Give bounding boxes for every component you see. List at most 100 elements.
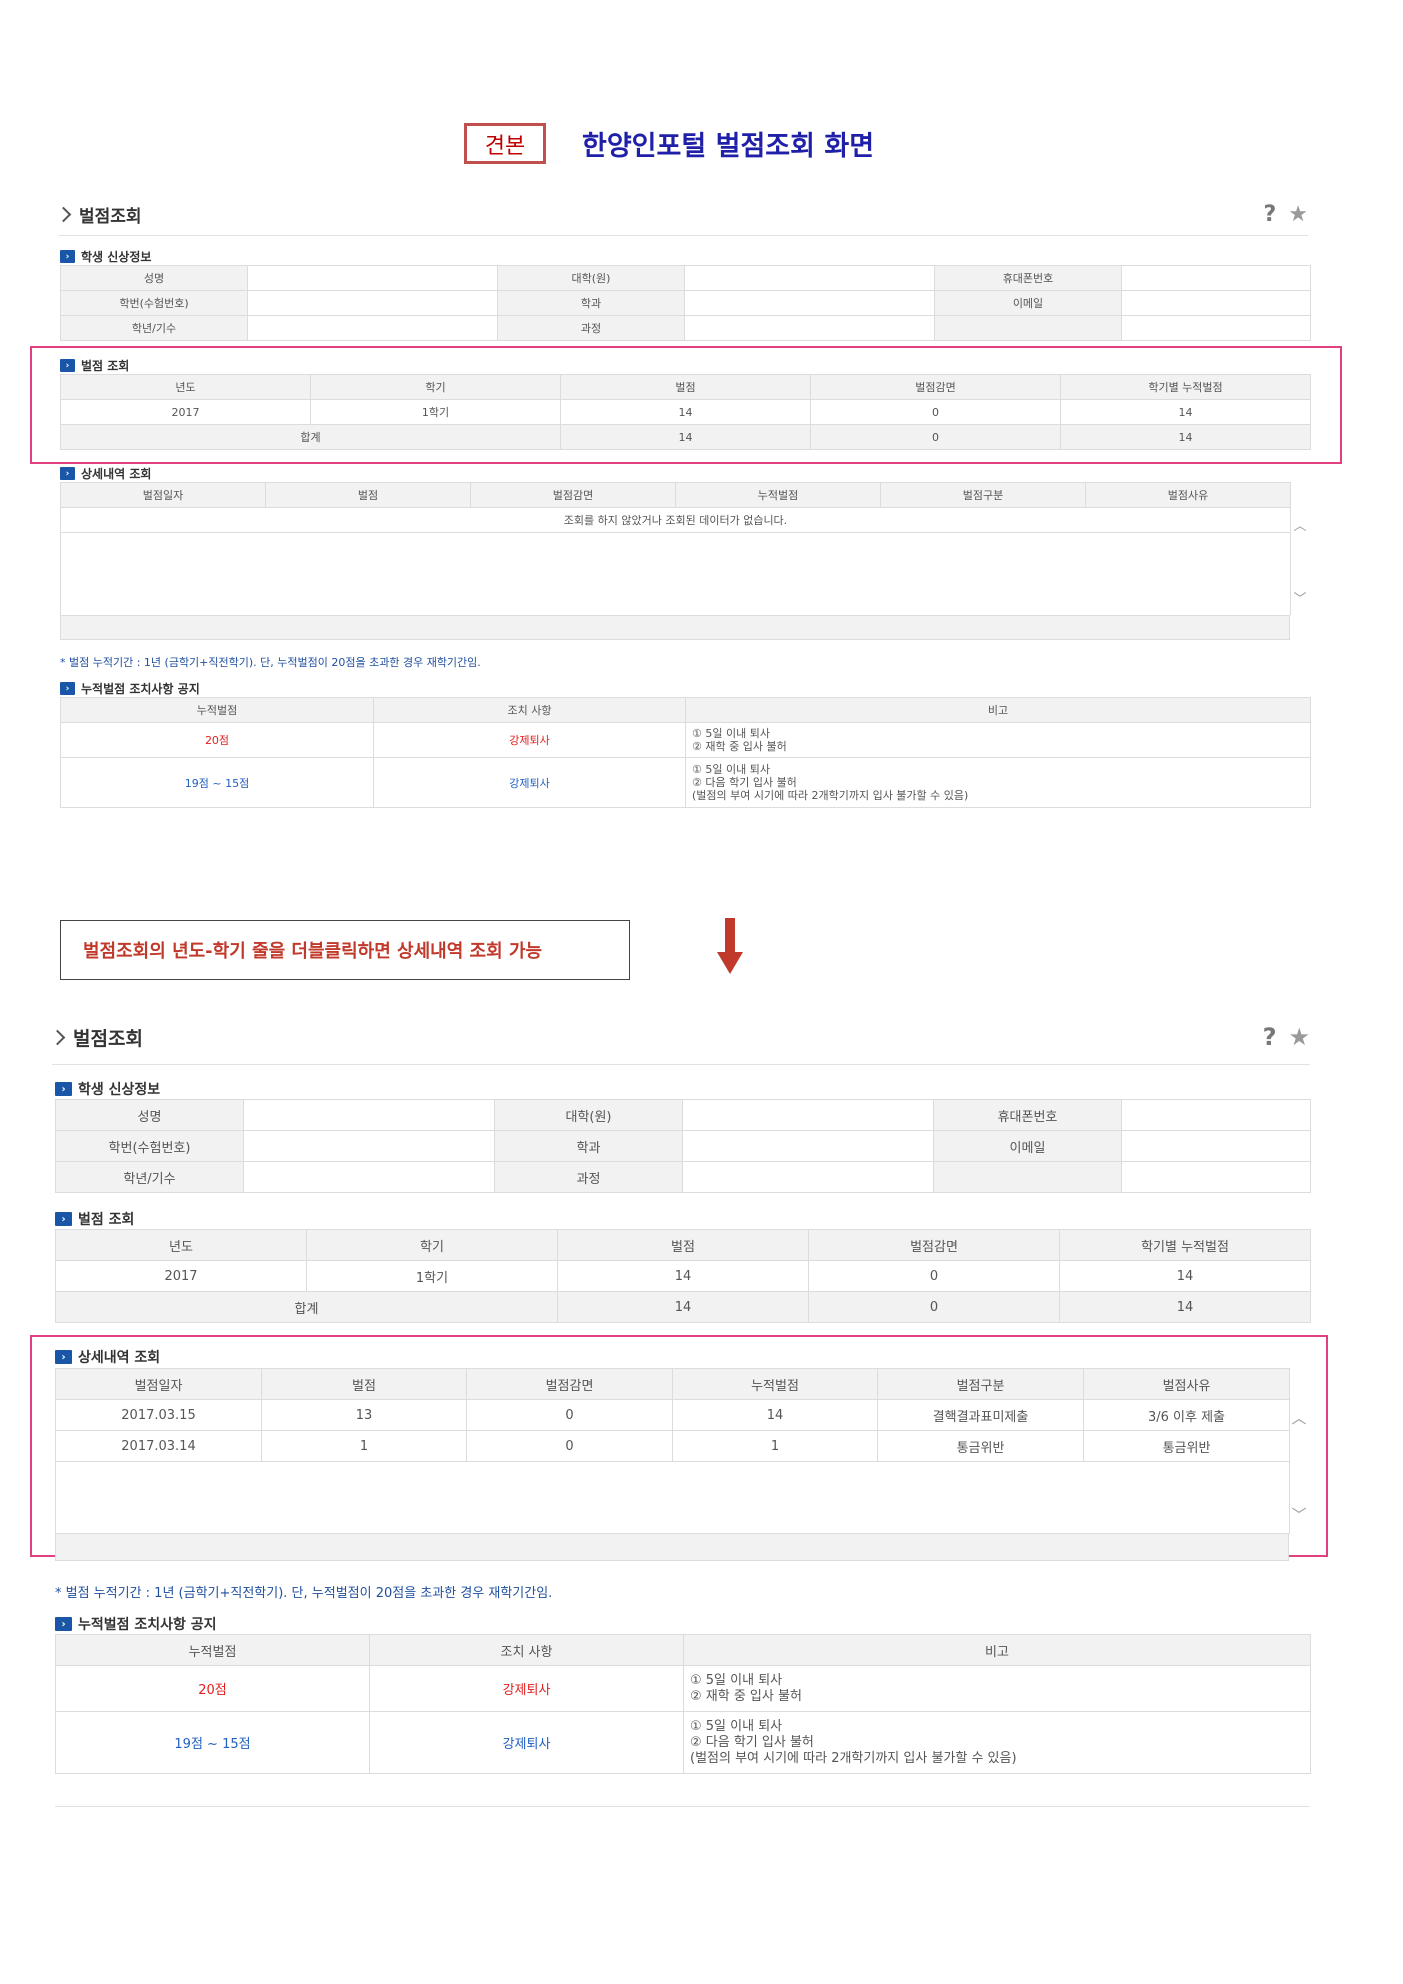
action-header-points: 누적벌점 bbox=[55, 1634, 370, 1666]
panel-title-wrap: 벌점조회 bbox=[55, 202, 142, 227]
panel-title: 벌점조회 bbox=[79, 206, 142, 227]
value-year-gen bbox=[243, 1161, 495, 1193]
penalty-row[interactable]: 2017 1학기 14 0 14 bbox=[60, 399, 1311, 425]
penalty-points: 14 bbox=[560, 399, 811, 425]
section-arrow-icon: › bbox=[60, 682, 75, 695]
chevron-down-icon[interactable]: ﹀ bbox=[1291, 1504, 1306, 1525]
penalty-table: 년도 학기 벌점 벌점감면 학기별 누적벌점 2017 1학기 14 0 14 … bbox=[60, 374, 1311, 450]
detail-header-cumulative: 누적벌점 bbox=[672, 1368, 878, 1400]
section-arrow-icon: › bbox=[55, 1617, 72, 1631]
action-points: 19점 ~ 15점 bbox=[60, 757, 374, 808]
detail-header-reduction: 벌점감면 bbox=[466, 1368, 673, 1400]
action-header-points: 누적벌점 bbox=[60, 697, 374, 723]
sample-label: 견본 bbox=[464, 123, 546, 164]
student-info-table: 성명 대학(원) 휴대폰번호 학번(수험번호) 학과 이메일 학년/기수 과정 bbox=[55, 1099, 1311, 1193]
action-points: 20점 bbox=[60, 722, 374, 758]
value-phone bbox=[1121, 1099, 1311, 1131]
detail-reduction: 0 bbox=[466, 1399, 673, 1431]
penalty-total-row: 합계 14 0 14 bbox=[55, 1291, 1311, 1323]
detail-cumulative: 1 bbox=[672, 1430, 878, 1462]
arrow-down-icon bbox=[717, 918, 743, 974]
panel-title: 벌점조회 bbox=[73, 1027, 143, 1050]
detail-scrollbar[interactable]: ︿ ﹀ bbox=[1289, 1399, 1309, 1533]
penalty-cumulative: 14 bbox=[1060, 399, 1311, 425]
callout-box: 벌점조회의 년도-학기 줄을 더블클릭하면 상세내역 조회 가능 bbox=[60, 920, 630, 980]
detail-header-date: 벌점일자 bbox=[60, 482, 266, 508]
label-year-gen: 학년/기수 bbox=[55, 1161, 244, 1193]
detail-cumulative: 14 bbox=[672, 1399, 878, 1431]
penalty-year: 2017 bbox=[60, 399, 311, 425]
accumulation-note: * 벌점 누적기간 : 1년 (금학기+직전학기). 단, 누적벌점이 20점을… bbox=[60, 656, 481, 669]
page-bottom-divider bbox=[55, 1806, 1310, 1807]
label-college: 대학(원) bbox=[497, 265, 685, 291]
detail-empty-message: 조회를 하지 않았거나 조회된 데이터가 없습니다. bbox=[60, 507, 1291, 533]
detail-reason: 통금위반 bbox=[1083, 1430, 1290, 1462]
detail-header-reduction: 벌점감면 bbox=[470, 482, 676, 508]
label-dept: 학과 bbox=[494, 1130, 683, 1162]
favorite-star-icon[interactable]: ★ bbox=[1288, 1023, 1310, 1051]
label-college: 대학(원) bbox=[494, 1099, 683, 1131]
help-question-icon[interactable]: ? bbox=[1263, 1023, 1277, 1051]
penalty-total-points: 14 bbox=[557, 1291, 809, 1323]
detail-row[interactable]: 2017.03.15 13 0 14 결핵결과표미제출 3/6 이후 제출 bbox=[55, 1399, 1290, 1431]
detail-table: 벌점일자 벌점 벌점감면 누적벌점 벌점구분 벌점사유 조회를 하지 않았거나 … bbox=[60, 482, 1291, 615]
value-college bbox=[684, 265, 935, 291]
value-name bbox=[243, 1099, 495, 1131]
detail-date: 2017.03.15 bbox=[55, 1399, 262, 1431]
label-course: 과정 bbox=[497, 315, 685, 341]
screen-2: 벌점조회 ? ★ bbox=[49, 1023, 1310, 1065]
help-question-icon[interactable]: ? bbox=[1264, 202, 1277, 227]
panel-header: 벌점조회 ? ★ bbox=[49, 1023, 1310, 1051]
label-empty bbox=[933, 1161, 1122, 1193]
detail-header-date: 벌점일자 bbox=[55, 1368, 262, 1400]
document-title: 한양인포털 벌점조회 화면 bbox=[582, 131, 875, 162]
penalty-table: 년도 학기 벌점 벌점감면 학기별 누적벌점 2017 1학기 14 0 14 … bbox=[55, 1229, 1311, 1323]
favorite-star-icon[interactable]: ★ bbox=[1288, 202, 1308, 227]
panel-title-wrap: 벌점조회 bbox=[49, 1024, 143, 1051]
penalty-header-semester: 학기 bbox=[306, 1229, 558, 1261]
detail-header-reason: 벌점사유 bbox=[1085, 482, 1291, 508]
chevron-up-icon[interactable]: ︿ bbox=[1291, 1407, 1306, 1428]
value-name bbox=[247, 265, 498, 291]
detail-grid: 벌점일자 벌점 벌점감면 누적벌점 벌점구분 벌점사유 조회를 하지 않았거나 … bbox=[60, 482, 1310, 640]
chevron-down-icon[interactable]: ﹀ bbox=[1293, 588, 1306, 607]
detail-table: 벌점일자 벌점 벌점감면 누적벌점 벌점구분 벌점사유 2017.03.15 1… bbox=[55, 1368, 1290, 1534]
chevron-right-icon bbox=[55, 206, 72, 222]
detail-date: 2017.03.14 bbox=[55, 1430, 262, 1462]
chevron-up-icon[interactable]: ︿ bbox=[1293, 515, 1306, 534]
action-title: › 누적벌점 조치사항 공지 bbox=[55, 1614, 217, 1634]
penalty-reduction: 0 bbox=[810, 399, 1061, 425]
detail-header-reason: 벌점사유 bbox=[1083, 1368, 1290, 1400]
label-name: 성명 bbox=[60, 265, 248, 291]
detail-scrollbar[interactable]: ︿ ﹀ bbox=[1290, 507, 1310, 615]
action-remarks: ① 5일 이내 퇴사 ② 다음 학기 입사 불허 (벌점의 부여 시기에 따라 2개… bbox=[683, 1711, 1311, 1774]
penalty-row[interactable]: 2017 1학기 14 0 14 bbox=[55, 1260, 1311, 1292]
detail-category: 통금위반 bbox=[877, 1430, 1084, 1462]
detail-empty-area bbox=[55, 1461, 1290, 1534]
penalty-semester: 1학기 bbox=[310, 399, 561, 425]
penalty-header-reduction: 벌점감면 bbox=[810, 374, 1061, 400]
value-empty bbox=[1121, 315, 1311, 341]
penalty-total-label: 합계 bbox=[55, 1291, 558, 1323]
action-points: 19점 ~ 15점 bbox=[55, 1711, 370, 1774]
value-year-gen bbox=[247, 315, 498, 341]
section-arrow-icon: › bbox=[55, 1350, 72, 1364]
action-measure: 강제퇴사 bbox=[373, 722, 686, 758]
value-email bbox=[1121, 290, 1311, 316]
detail-grid-footer bbox=[55, 1533, 1289, 1561]
value-course bbox=[684, 315, 935, 341]
detail-row[interactable]: 2017.03.14 1 0 1 통금위반 통금위반 bbox=[55, 1430, 1290, 1462]
detail-reason: 3/6 이후 제출 bbox=[1083, 1399, 1290, 1431]
penalty-points: 14 bbox=[557, 1260, 809, 1292]
student-info-title: › 학생 신상정보 bbox=[55, 1079, 160, 1099]
penalty-reduction: 0 bbox=[808, 1260, 1060, 1292]
action-header-remarks: 비고 bbox=[685, 697, 1311, 723]
detail-empty-area bbox=[60, 532, 1291, 615]
penalty-total-cumulative: 14 bbox=[1059, 1291, 1311, 1323]
section-arrow-icon: › bbox=[60, 359, 75, 372]
value-dept bbox=[684, 290, 935, 316]
section-arrow-icon: › bbox=[60, 467, 75, 480]
penalty-title: › 벌점 조회 bbox=[55, 1209, 134, 1229]
action-points: 20점 bbox=[55, 1665, 370, 1712]
detail-reduction: 0 bbox=[466, 1430, 673, 1462]
